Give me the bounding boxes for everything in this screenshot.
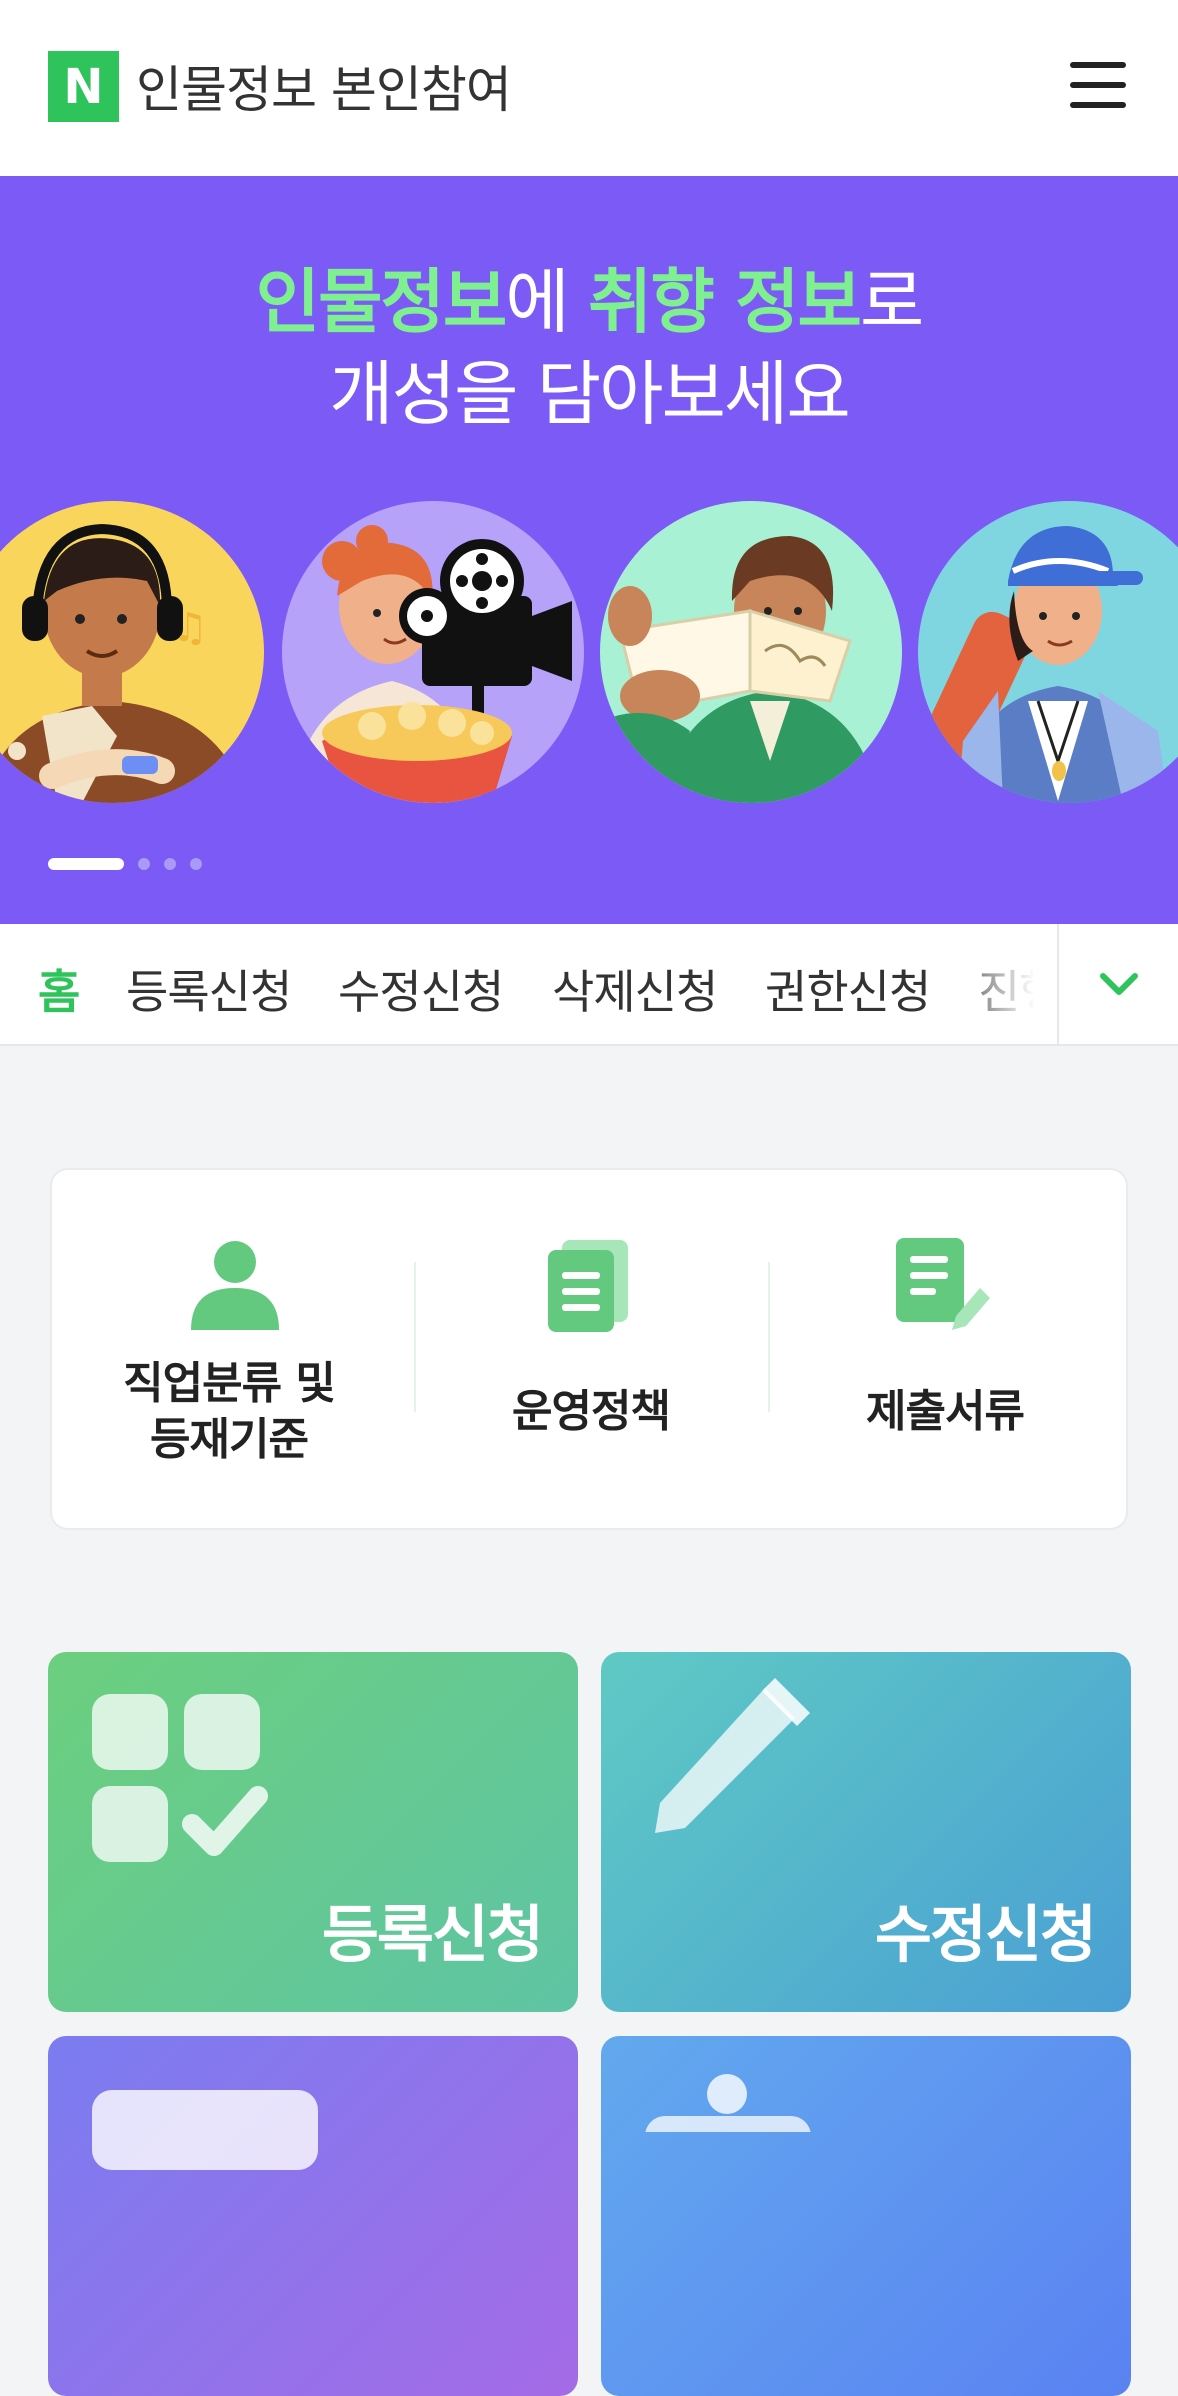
card-icon <box>92 2090 318 2170</box>
register-tile-label: 등록신청 <box>321 1898 544 1971</box>
carousel-dot-3[interactable] <box>164 858 176 870</box>
pencil-icon <box>655 1678 810 1833</box>
banner-headline: 인물정보에 취향 정보로 <box>0 246 1178 347</box>
edit-tile[interactable]: 수정신청 <box>601 1652 1131 2012</box>
carousel-dot-1[interactable] <box>48 858 124 870</box>
chevron-down-icon <box>1100 973 1138 995</box>
banner-text-2: 로 <box>859 261 924 343</box>
quick-link-label-line1: 직업분류 및 <box>123 1358 336 1409</box>
book-reader-illustration <box>600 501 902 803</box>
quick-link-label: 제출서류 <box>866 1386 1025 1437</box>
edit-tile-label: 수정신청 <box>874 1898 1097 1971</box>
logo-letter: N <box>63 58 104 115</box>
movie-fan-illustration <box>282 501 584 803</box>
promo-banner[interactable]: 인물정보에 취향 정보로 개성을 담아보세요 ♫ <box>0 176 1178 924</box>
grid-check-icon <box>92 1694 268 1862</box>
main-tab-bar: 홈 등록신청 수정신청 삭제신청 권한신청 진행 <box>0 924 1178 1046</box>
tab-permission[interactable]: 권한신청 <box>765 956 931 1022</box>
tab-delete[interactable]: 삭제신청 <box>552 956 718 1022</box>
app-title[interactable]: 인물정보 본인참여 <box>136 50 512 122</box>
quick-link-label: 운영정책 <box>512 1386 671 1437</box>
banner-highlight-1: 인물정보 <box>255 261 508 343</box>
delete-tile[interactable] <box>48 2036 578 2396</box>
document-stack-icon <box>548 1240 628 1332</box>
hamburger-menu-icon[interactable] <box>1068 62 1128 108</box>
naver-logo[interactable]: N <box>48 51 119 122</box>
quick-links-card: 직업분류 및 등재기준 운영정책 제출서류 <box>50 1168 1128 1530</box>
document-edit-icon <box>896 1238 990 1330</box>
quick-link-documents[interactable]: 제출서류 <box>768 1170 1122 1532</box>
app-header: N 인물정보 본인참여 <box>0 0 1178 176</box>
person-icon <box>191 1241 279 1330</box>
music-listener-illustration: ♫ <box>0 501 264 803</box>
quick-link-job-criteria[interactable]: 직업분류 및 등재기준 <box>52 1170 406 1532</box>
quick-link-policy[interactable]: 운영정책 <box>414 1170 768 1532</box>
svg-text:♫: ♫ <box>172 605 208 651</box>
tab-home[interactable]: 홈 <box>38 956 80 1022</box>
person-badge-icon <box>645 2074 811 2132</box>
tab-expand-button[interactable] <box>1057 924 1178 1044</box>
carousel-dot-4[interactable] <box>190 858 202 870</box>
carousel-dot-2[interactable] <box>138 858 150 870</box>
banner-highlight-2: 취향 정보 <box>587 261 862 343</box>
permission-tile[interactable] <box>601 2036 1131 2396</box>
hiker-illustration <box>918 501 1178 803</box>
quick-link-label-line2: 등재기준 <box>150 1414 309 1465</box>
tab-edit[interactable]: 수정신청 <box>338 956 504 1022</box>
tab-fade-overlay <box>940 924 1058 1044</box>
tab-register[interactable]: 등록신청 <box>126 956 292 1022</box>
banner-text-1: 에 <box>505 261 588 343</box>
banner-subheadline: 개성을 담아보세요 <box>329 353 850 435</box>
register-tile[interactable]: 등록신청 <box>48 1652 578 2012</box>
